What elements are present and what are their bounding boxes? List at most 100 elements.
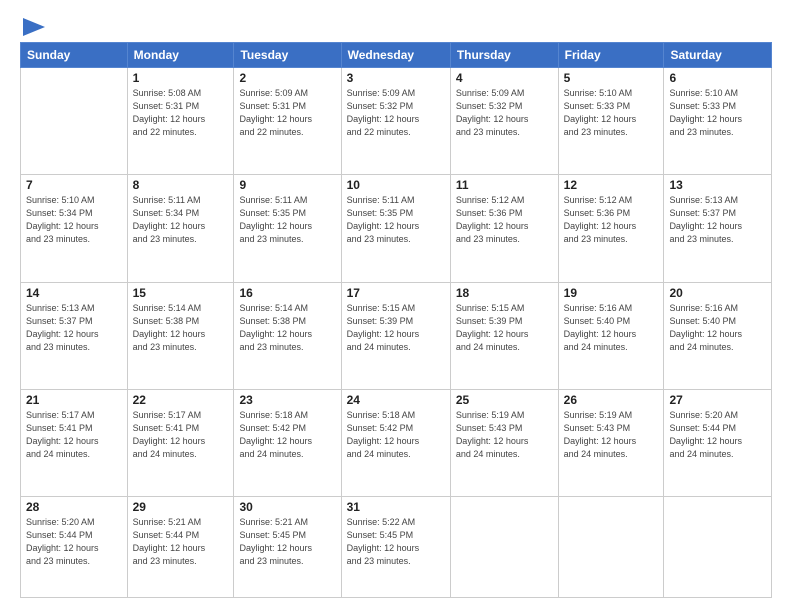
day-info: Sunrise: 5:11 AM Sunset: 5:35 PM Dayligh…	[347, 194, 445, 246]
day-number: 12	[564, 178, 659, 192]
calendar-cell: 17 Sunrise: 5:15 AM Sunset: 5:39 PM Dayli…	[341, 282, 450, 389]
calendar-cell: 31 Sunrise: 5:22 AM Sunset: 5:45 PM Dayli…	[341, 497, 450, 598]
weekday-header-wednesday: Wednesday	[341, 43, 450, 68]
calendar-cell: 29 Sunrise: 5:21 AM Sunset: 5:44 PM Dayli…	[127, 497, 234, 598]
day-info: Sunrise: 5:18 AM Sunset: 5:42 PM Dayligh…	[239, 409, 335, 461]
calendar-cell: 8 Sunrise: 5:11 AM Sunset: 5:34 PM Daylig…	[127, 175, 234, 282]
day-number: 29	[133, 500, 229, 514]
day-number: 17	[347, 286, 445, 300]
calendar-cell: 27Sunrise: 5:20 AM Sunset: 5:44 PM Dayli…	[664, 389, 772, 496]
day-number: 30	[239, 500, 335, 514]
header	[20, 18, 772, 32]
logo-text-block	[20, 18, 45, 32]
day-number: 14	[26, 286, 122, 300]
day-info: Sunrise: 5:17 AM Sunset: 5:41 PM Dayligh…	[133, 409, 229, 461]
weekday-header-monday: Monday	[127, 43, 234, 68]
calendar-cell: 15 Sunrise: 5:14 AM Sunset: 5:38 PM Dayli…	[127, 282, 234, 389]
day-info: Sunrise: 5:15 AM Sunset: 5:39 PM Dayligh…	[347, 302, 445, 354]
day-info: Sunrise: 5:21 AM Sunset: 5:45 PM Dayligh…	[239, 516, 335, 568]
day-number: 25	[456, 393, 553, 407]
week-row-4: 21 Sunrise: 5:17 AM Sunset: 5:41 PM Dayli…	[21, 389, 772, 496]
day-info: Sunrise: 5:11 AM Sunset: 5:34 PM Dayligh…	[133, 194, 229, 246]
week-row-2: 7 Sunrise: 5:10 AM Sunset: 5:34 PM Daylig…	[21, 175, 772, 282]
calendar-cell: 21 Sunrise: 5:17 AM Sunset: 5:41 PM Dayli…	[21, 389, 128, 496]
day-info: Sunrise: 5:20 AM Sunset: 5:44 PM Dayligh…	[26, 516, 122, 568]
calendar-cell: 18 Sunrise: 5:15 AM Sunset: 5:39 PM Dayli…	[450, 282, 558, 389]
day-number: 18	[456, 286, 553, 300]
calendar-cell: 23 Sunrise: 5:18 AM Sunset: 5:42 PM Dayli…	[234, 389, 341, 496]
day-info: Sunrise: 5:13 AM Sunset: 5:37 PM Dayligh…	[26, 302, 122, 354]
day-number: 6	[669, 71, 766, 85]
week-row-5: 28 Sunrise: 5:20 AM Sunset: 5:44 PM Dayli…	[21, 497, 772, 598]
calendar-cell	[21, 68, 128, 175]
day-info: Sunrise: 5:16 AM Sunset: 5:40 PM Dayligh…	[564, 302, 659, 354]
day-info: Sunrise: 5:14 AM Sunset: 5:38 PM Dayligh…	[239, 302, 335, 354]
day-info: Sunrise: 5:10 AM Sunset: 5:33 PM Dayligh…	[564, 87, 659, 139]
day-number: 11	[456, 178, 553, 192]
calendar-cell: 22 Sunrise: 5:17 AM Sunset: 5:41 PM Dayli…	[127, 389, 234, 496]
day-number: 4	[456, 71, 553, 85]
calendar-cell	[664, 497, 772, 598]
day-number: 10	[347, 178, 445, 192]
weekday-header-row: SundayMondayTuesdayWednesdayThursdayFrid…	[21, 43, 772, 68]
day-number: 28	[26, 500, 122, 514]
calendar-cell: 3 Sunrise: 5:09 AM Sunset: 5:32 PM Daylig…	[341, 68, 450, 175]
day-info: Sunrise: 5:09 AM Sunset: 5:31 PM Dayligh…	[239, 87, 335, 139]
day-number: 20	[669, 286, 766, 300]
day-number: 1	[133, 71, 229, 85]
day-number: 13	[669, 178, 766, 192]
weekday-header-sunday: Sunday	[21, 43, 128, 68]
calendar-cell: 25Sunrise: 5:19 AM Sunset: 5:43 PM Dayli…	[450, 389, 558, 496]
day-number: 19	[564, 286, 659, 300]
day-info: Sunrise: 5:17 AM Sunset: 5:41 PM Dayligh…	[26, 409, 122, 461]
day-number: 3	[347, 71, 445, 85]
logo-arrow-icon	[23, 18, 45, 36]
day-info: Sunrise: 5:20 AM Sunset: 5:44 PM Dayligh…	[669, 409, 766, 461]
day-info: Sunrise: 5:09 AM Sunset: 5:32 PM Dayligh…	[347, 87, 445, 139]
weekday-header-friday: Friday	[558, 43, 664, 68]
day-info: Sunrise: 5:12 AM Sunset: 5:36 PM Dayligh…	[564, 194, 659, 246]
day-number: 23	[239, 393, 335, 407]
day-number: 2	[239, 71, 335, 85]
calendar-cell: 13 Sunrise: 5:13 AM Sunset: 5:37 PM Dayli…	[664, 175, 772, 282]
day-info: Sunrise: 5:19 AM Sunset: 5:43 PM Dayligh…	[564, 409, 659, 461]
calendar-cell: 19 Sunrise: 5:16 AM Sunset: 5:40 PM Dayli…	[558, 282, 664, 389]
day-info: Sunrise: 5:10 AM Sunset: 5:33 PM Dayligh…	[669, 87, 766, 139]
weekday-header-saturday: Saturday	[664, 43, 772, 68]
day-number: 15	[133, 286, 229, 300]
calendar-cell: 26Sunrise: 5:19 AM Sunset: 5:43 PM Dayli…	[558, 389, 664, 496]
calendar-cell: 4Sunrise: 5:09 AM Sunset: 5:32 PM Daylig…	[450, 68, 558, 175]
day-info: Sunrise: 5:22 AM Sunset: 5:45 PM Dayligh…	[347, 516, 445, 568]
day-number: 21	[26, 393, 122, 407]
calendar-cell: 2 Sunrise: 5:09 AM Sunset: 5:31 PM Daylig…	[234, 68, 341, 175]
calendar-cell: 7 Sunrise: 5:10 AM Sunset: 5:34 PM Daylig…	[21, 175, 128, 282]
day-number: 16	[239, 286, 335, 300]
day-info: Sunrise: 5:21 AM Sunset: 5:44 PM Dayligh…	[133, 516, 229, 568]
calendar-cell: 6 Sunrise: 5:10 AM Sunset: 5:33 PM Daylig…	[664, 68, 772, 175]
calendar-table: SundayMondayTuesdayWednesdayThursdayFrid…	[20, 42, 772, 598]
logo	[20, 18, 45, 32]
weekday-header-thursday: Thursday	[450, 43, 558, 68]
calendar-cell	[450, 497, 558, 598]
day-number: 7	[26, 178, 122, 192]
day-number: 24	[347, 393, 445, 407]
day-info: Sunrise: 5:10 AM Sunset: 5:34 PM Dayligh…	[26, 194, 122, 246]
day-info: Sunrise: 5:14 AM Sunset: 5:38 PM Dayligh…	[133, 302, 229, 354]
day-info: Sunrise: 5:15 AM Sunset: 5:39 PM Dayligh…	[456, 302, 553, 354]
page: SundayMondayTuesdayWednesdayThursdayFrid…	[0, 0, 792, 612]
calendar-cell: 1Sunrise: 5:08 AM Sunset: 5:31 PM Daylig…	[127, 68, 234, 175]
calendar-cell: 16 Sunrise: 5:14 AM Sunset: 5:38 PM Dayli…	[234, 282, 341, 389]
day-info: Sunrise: 5:18 AM Sunset: 5:42 PM Dayligh…	[347, 409, 445, 461]
calendar-cell: 20Sunrise: 5:16 AM Sunset: 5:40 PM Dayli…	[664, 282, 772, 389]
calendar-cell: 12 Sunrise: 5:12 AM Sunset: 5:36 PM Dayli…	[558, 175, 664, 282]
calendar-cell: 5Sunrise: 5:10 AM Sunset: 5:33 PM Daylig…	[558, 68, 664, 175]
week-row-1: 1Sunrise: 5:08 AM Sunset: 5:31 PM Daylig…	[21, 68, 772, 175]
day-number: 31	[347, 500, 445, 514]
calendar-cell: 11Sunrise: 5:12 AM Sunset: 5:36 PM Dayli…	[450, 175, 558, 282]
day-number: 8	[133, 178, 229, 192]
week-row-3: 14 Sunrise: 5:13 AM Sunset: 5:37 PM Dayli…	[21, 282, 772, 389]
calendar-cell: 24 Sunrise: 5:18 AM Sunset: 5:42 PM Dayli…	[341, 389, 450, 496]
day-number: 22	[133, 393, 229, 407]
day-info: Sunrise: 5:13 AM Sunset: 5:37 PM Dayligh…	[669, 194, 766, 246]
calendar-cell: 28 Sunrise: 5:20 AM Sunset: 5:44 PM Dayli…	[21, 497, 128, 598]
